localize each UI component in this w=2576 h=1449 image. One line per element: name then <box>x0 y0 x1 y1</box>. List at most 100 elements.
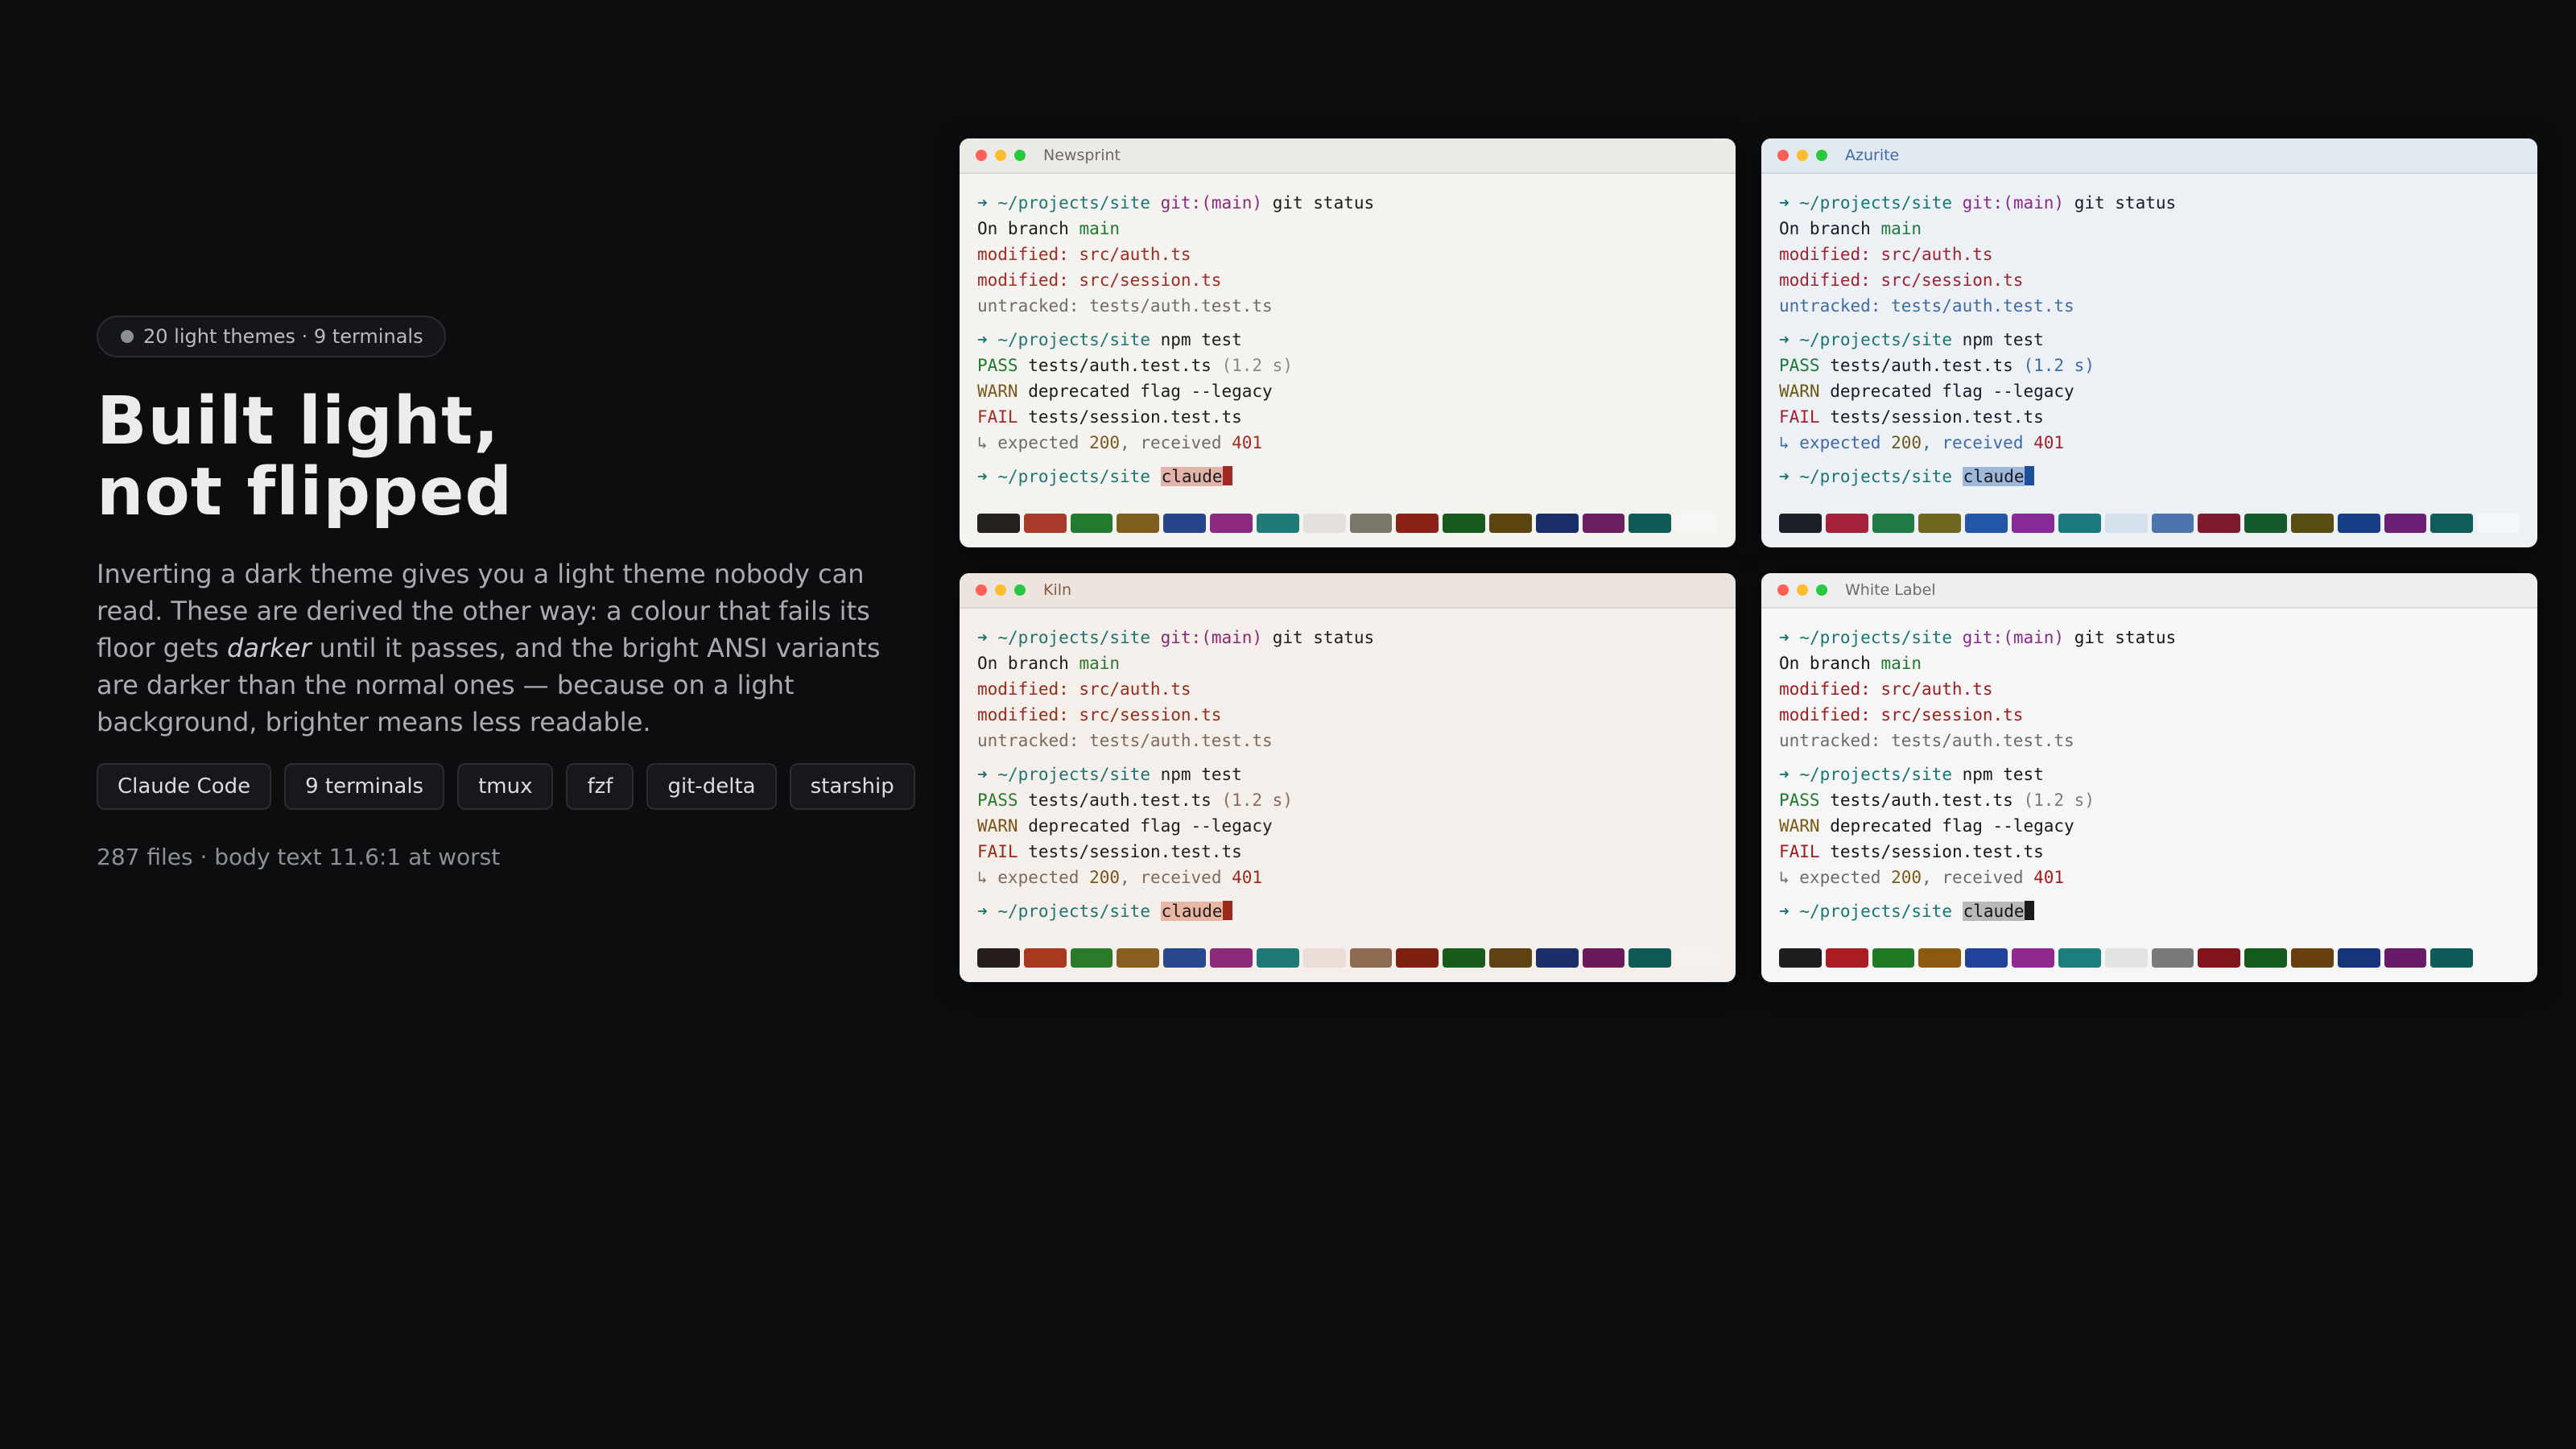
close-icon[interactable] <box>976 150 987 161</box>
ansi-swatch <box>2384 514 2427 533</box>
ansi-swatch <box>1779 514 1822 533</box>
terminal-line: modified: src/auth.ts <box>977 679 1191 699</box>
ansi-swatch <box>1070 948 1113 968</box>
tag-chip[interactable]: fzf <box>566 763 634 810</box>
terminal-line: ↳ expected 200, received 401 <box>1779 868 2065 887</box>
terminal-line: ➜ ~/projects/site claude <box>1779 464 2520 489</box>
terminal-cursor <box>2025 466 2035 485</box>
ansi-swatch <box>1535 514 1579 533</box>
terminal-line: modified: src/session.ts <box>1779 705 2024 724</box>
selected-text: claude <box>1160 902 1224 921</box>
ansi-swatch <box>2151 514 2194 533</box>
window-titlebar: Kiln <box>960 573 1736 609</box>
ansi-swatch <box>2430 514 2474 533</box>
minimize-icon[interactable] <box>1797 150 1808 161</box>
terminal-line: PASS tests/auth.test.ts (1.2 s) <box>977 791 1293 810</box>
ansi-swatch <box>1965 514 2008 533</box>
tag-chip[interactable]: starship <box>789 763 915 810</box>
ansi-swatch <box>1872 514 1915 533</box>
ansi-swatch <box>2290 948 2334 968</box>
window-title: Newsprint <box>1043 147 1121 164</box>
ansi-swatch <box>1023 514 1067 533</box>
ansi-swatch <box>1256 948 1299 968</box>
ansi-palette <box>977 948 1718 968</box>
ansi-swatch <box>1779 948 1822 968</box>
ansi-swatch <box>1918 514 1962 533</box>
ansi-swatch <box>1443 948 1485 968</box>
ansi-swatch <box>2290 514 2334 533</box>
minimize-icon[interactable] <box>995 584 1006 596</box>
maximize-icon[interactable] <box>1816 150 1827 161</box>
close-icon[interactable] <box>976 584 987 596</box>
ansi-swatch <box>1629 948 1672 968</box>
terminal-output: ➜ ~/projects/site git:(main) git status … <box>1761 609 2537 924</box>
tag-chip[interactable]: 9 terminals <box>284 763 445 810</box>
ansi-swatch <box>1488 948 1532 968</box>
window-controls <box>976 150 1026 161</box>
terminal-line: ➜ ~/projects/site claude <box>977 464 1718 489</box>
window-titlebar: Newsprint <box>960 138 1736 174</box>
terminal-line: On branch main <box>1779 654 1922 673</box>
terminal-line: ➜ ~/projects/site claude <box>1779 898 2520 924</box>
close-icon[interactable] <box>1777 150 1789 161</box>
terminal-line: PASS tests/auth.test.ts (1.2 s) <box>1779 791 2095 810</box>
ansi-swatch <box>1396 948 1439 968</box>
terminal-line: modified: src/session.ts <box>977 270 1222 290</box>
minimize-icon[interactable] <box>1797 584 1808 596</box>
terminal-line: ➜ ~/projects/site npm test <box>1779 765 2044 784</box>
terminal-line: ➜ ~/projects/site npm test <box>1779 330 2044 349</box>
page-title: Built light, not flipped <box>97 386 886 528</box>
window-controls <box>1777 584 1827 596</box>
terminal-line: FAIL tests/session.test.ts <box>1779 407 2044 427</box>
maximize-icon[interactable] <box>1816 584 1827 596</box>
ansi-swatch <box>1582 948 1625 968</box>
ansi-swatch <box>1256 514 1299 533</box>
ansi-swatch <box>1825 514 1868 533</box>
ansi-swatch <box>2477 514 2520 533</box>
title-line-2: not flipped <box>97 454 514 530</box>
terminal-line: ➜ ~/projects/site claude <box>977 898 1718 924</box>
stats-line: 287 files · body text 11.6:1 at worst <box>97 844 501 870</box>
ansi-swatch <box>2384 948 2427 968</box>
window-title: Kiln <box>1043 581 1072 599</box>
ansi-swatch <box>2104 514 2148 533</box>
terminal-line: modified: src/session.ts <box>977 705 1222 724</box>
tag-chip[interactable]: git-delta <box>646 763 777 810</box>
terminal-line: modified: src/auth.ts <box>977 245 1191 264</box>
terminal-line: On branch main <box>977 219 1121 238</box>
dot-icon <box>121 330 134 343</box>
terminal-line: ➜ ~/projects/site git:(main) git status <box>977 193 1375 213</box>
terminal-line: untracked: tests/auth.test.ts <box>977 731 1273 750</box>
ansi-swatch <box>1023 948 1067 968</box>
ansi-swatch <box>2012 948 2054 968</box>
terminal-window-azurite: Azurite ➜ ~/projects/site git:(main) git… <box>1761 138 2537 547</box>
terminal-line: ➜ ~/projects/site git:(main) git status <box>1779 628 2177 647</box>
tag-chip[interactable]: tmux <box>457 763 554 810</box>
terminal-line: untracked: tests/auth.test.ts <box>977 296 1273 316</box>
ansi-swatch <box>1965 948 2008 968</box>
minimize-icon[interactable] <box>995 150 1006 161</box>
close-icon[interactable] <box>1777 584 1789 596</box>
terminal-output: ➜ ~/projects/site git:(main) git status … <box>960 609 1736 924</box>
ansi-swatch <box>2151 948 2194 968</box>
window-titlebar: White Label <box>1761 573 2537 609</box>
window-controls <box>1777 150 1827 161</box>
ansi-palette <box>1779 948 2520 968</box>
ansi-swatch <box>1163 514 1207 533</box>
window-title: White Label <box>1845 581 1936 599</box>
ansi-swatch <box>2058 514 2101 533</box>
ansi-swatch <box>977 514 1020 533</box>
terminal-line: ➜ ~/projects/site npm test <box>977 330 1242 349</box>
tag-chip[interactable]: Claude Code <box>97 763 272 810</box>
maximize-icon[interactable] <box>1014 584 1026 596</box>
selected-text: claude <box>1962 902 2025 921</box>
terminal-line: PASS tests/auth.test.ts (1.2 s) <box>1779 356 2095 375</box>
ansi-swatch <box>1070 514 1113 533</box>
ansi-swatch <box>1163 948 1207 968</box>
hero-panel: 20 light themes · 9 terminals Built ligh… <box>97 316 915 870</box>
maximize-icon[interactable] <box>1014 150 1026 161</box>
ansi-swatch <box>1117 514 1160 533</box>
terminal-line: untracked: tests/auth.test.ts <box>1779 731 2074 750</box>
ansi-swatch <box>1396 514 1439 533</box>
tag-list: Claude Code 9 terminals tmux fzf git-del… <box>97 763 915 810</box>
